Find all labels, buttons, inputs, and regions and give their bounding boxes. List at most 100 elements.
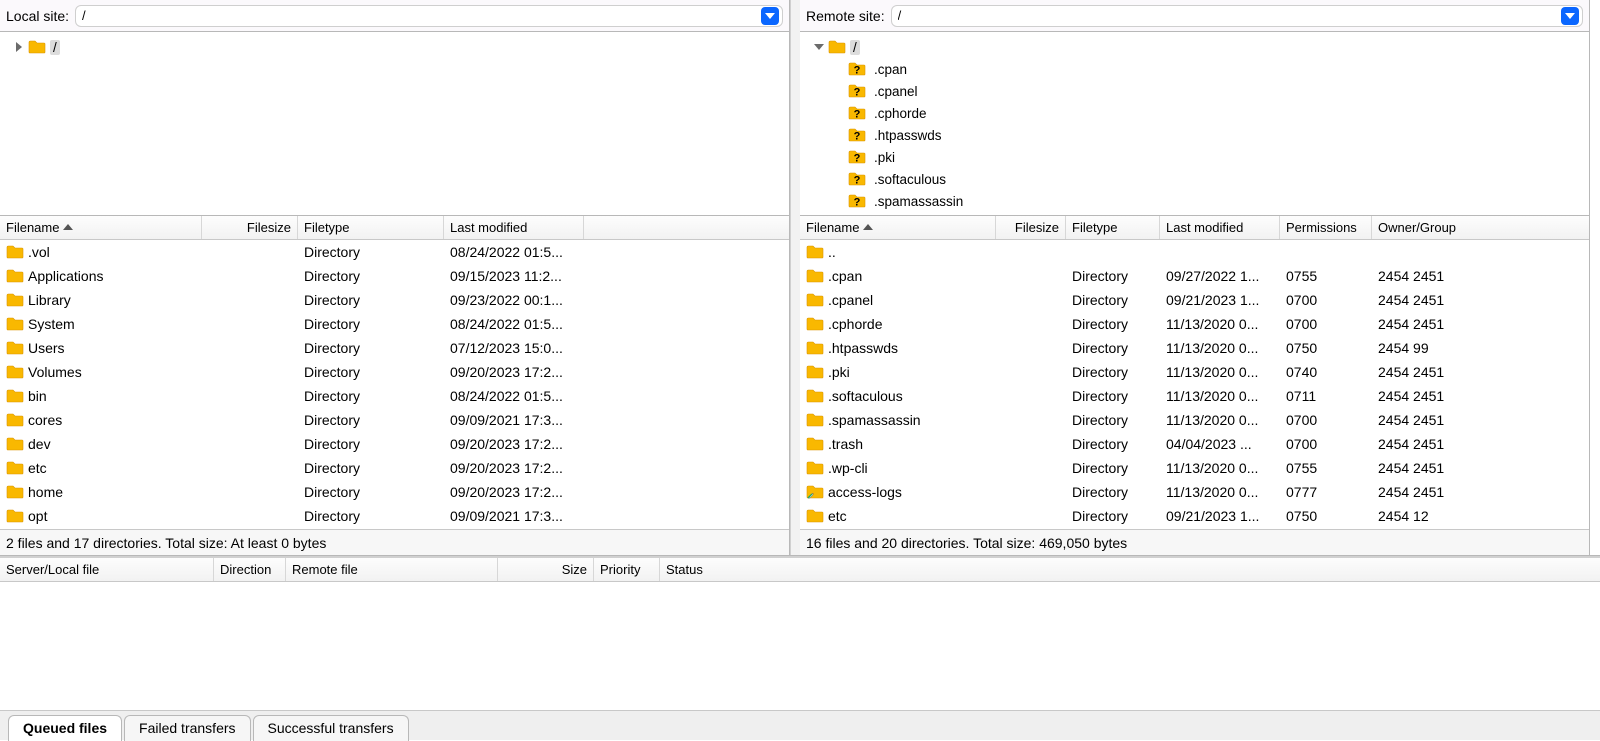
list-item[interactable]: .pkiDirectory11/13/2020 0...07402454 245… — [800, 360, 1589, 384]
file-owner: 2454 12 — [1372, 508, 1482, 524]
tree-item[interactable]: .htpasswds — [800, 124, 1589, 146]
remote-tree[interactable]: / .cpan.cpanel .cphorde .htpasswds.pki .sof… — [800, 32, 1589, 216]
col-owner-group[interactable]: Owner/Group — [1372, 216, 1482, 239]
file-name: access-logs — [828, 484, 902, 500]
file-name: .trash — [828, 436, 863, 452]
col-filename[interactable]: Filename — [0, 216, 202, 239]
folder-icon — [6, 388, 24, 404]
list-item[interactable]: .cpanelDirectory09/21/2023 1...07002454 … — [800, 288, 1589, 312]
folder-icon — [828, 39, 846, 55]
col-last-modified[interactable]: Last modified — [1160, 216, 1280, 239]
file-owner: 2454 2451 — [1372, 292, 1482, 308]
file-type: Directory — [298, 292, 444, 308]
col-direction[interactable]: Direction — [214, 558, 286, 581]
col-filetype[interactable]: Filetype — [298, 216, 444, 239]
col-status[interactable]: Status — [660, 558, 1600, 581]
local-path-combo[interactable] — [75, 5, 783, 27]
col-filesize[interactable]: Filesize — [202, 216, 298, 239]
folder-unknown-icon — [848, 83, 866, 99]
tree-item-label: .cphorde — [874, 106, 927, 121]
chevron-right-icon[interactable] — [12, 40, 26, 54]
col-filetype[interactable]: Filetype — [1066, 216, 1160, 239]
tab-failed-transfers[interactable]: Failed transfers — [124, 715, 250, 741]
list-item[interactable]: etcDirectory09/21/2023 1...07502454 12 — [800, 504, 1589, 528]
file-type: Directory — [1066, 340, 1160, 356]
file-modified: 09/20/2023 17:2... — [444, 484, 584, 500]
list-item[interactable]: .cphordeDirectory11/13/2020 0...07002454… — [800, 312, 1589, 336]
list-item[interactable]: .htpasswdsDirectory11/13/2020 0...075024… — [800, 336, 1589, 360]
folder-icon — [806, 316, 824, 332]
file-type: Directory — [298, 460, 444, 476]
file-type: Directory — [1066, 460, 1160, 476]
folder-icon — [6, 292, 24, 308]
local-path-label: Local site: — [6, 8, 69, 24]
sort-asc-icon — [63, 223, 73, 233]
file-modified: 09/20/2023 17:2... — [444, 364, 584, 380]
file-owner: 2454 2451 — [1372, 484, 1482, 500]
file-permissions: 0740 — [1280, 364, 1372, 380]
list-item[interactable]: homeDirectory09/20/2023 17:2... — [0, 480, 789, 504]
list-item[interactable]: .. — [800, 240, 1589, 264]
list-item[interactable]: .softaculousDirectory11/13/2020 0...0711… — [800, 384, 1589, 408]
list-item[interactable]: .cpanDirectory09/27/2022 1...07552454 24… — [800, 264, 1589, 288]
tab-queued-files[interactable]: Queued files — [8, 715, 122, 741]
col-size[interactable]: Size — [498, 558, 594, 581]
chevron-down-icon[interactable] — [812, 40, 826, 54]
file-modified: 04/04/2023 ... — [1160, 436, 1280, 452]
list-item[interactable]: ApplicationsDirectory09/15/2023 11:2... — [0, 264, 789, 288]
remote-path-combo[interactable] — [891, 5, 1583, 27]
list-item[interactable]: coresDirectory09/09/2021 17:3... — [0, 408, 789, 432]
list-item[interactable]: binDirectory08/24/2022 01:5... — [0, 384, 789, 408]
list-item[interactable]: .wp-cliDirectory11/13/2020 0...07552454 … — [800, 456, 1589, 480]
list-item[interactable]: .trashDirectory04/04/2023 ...07002454 24… — [800, 432, 1589, 456]
list-item[interactable]: optDirectory09/09/2021 17:3... — [0, 504, 789, 528]
tree-item[interactable]: .cpanel — [800, 80, 1589, 102]
queue-body[interactable] — [0, 582, 1600, 710]
list-item[interactable]: .spamassassinDirectory11/13/2020 0...070… — [800, 408, 1589, 432]
col-remote-file[interactable]: Remote file — [286, 558, 498, 581]
remote-tree-root[interactable]: / — [800, 36, 1589, 58]
folder-icon — [6, 244, 24, 260]
file-modified: 07/12/2023 15:0... — [444, 340, 584, 356]
remote-file-list: Filename Filesize Filetype Last modified… — [800, 216, 1589, 529]
local-list-body[interactable]: .volDirectory08/24/2022 01:5...Applicati… — [0, 240, 789, 529]
col-filesize[interactable]: Filesize — [996, 216, 1066, 239]
col-permissions[interactable]: Permissions — [1280, 216, 1372, 239]
local-path-input[interactable] — [82, 8, 761, 23]
list-item[interactable]: devDirectory09/20/2023 17:2... — [0, 432, 789, 456]
col-filename[interactable]: Filename — [800, 216, 996, 239]
list-item[interactable]: access-logsDirectory11/13/2020 0...07772… — [800, 480, 1589, 504]
file-name: System — [28, 316, 75, 332]
file-type: Directory — [1066, 292, 1160, 308]
folder-icon — [806, 412, 824, 428]
transfer-queue: Server/Local file Direction Remote file … — [0, 556, 1600, 710]
remote-list-body[interactable]: ...cpanDirectory09/27/2022 1...07552454 … — [800, 240, 1589, 529]
local-tree[interactable]: / — [0, 32, 789, 216]
local-tree-root-label: / — [50, 40, 60, 55]
pane-splitter[interactable] — [790, 0, 800, 555]
list-item[interactable]: etcDirectory09/20/2023 17:2... — [0, 456, 789, 480]
tree-item[interactable]: .cpan — [800, 58, 1589, 80]
tab-successful-transfers[interactable]: Successful transfers — [253, 715, 409, 741]
list-item[interactable]: LibraryDirectory09/23/2022 00:1... — [0, 288, 789, 312]
col-server-local-file[interactable]: Server/Local file — [0, 558, 214, 581]
remote-status: 16 files and 20 directories. Total size:… — [800, 529, 1589, 555]
tree-item[interactable]: .spamassassin — [800, 190, 1589, 212]
local-tree-root[interactable]: / — [0, 36, 789, 58]
file-name: Users — [28, 340, 65, 356]
tree-item[interactable]: .cphorde — [800, 102, 1589, 124]
col-last-modified[interactable]: Last modified — [444, 216, 584, 239]
dropdown-icon[interactable] — [761, 7, 779, 25]
list-item[interactable]: VolumesDirectory09/20/2023 17:2... — [0, 360, 789, 384]
tree-item-label: .softaculous — [874, 172, 946, 187]
list-item[interactable]: SystemDirectory08/24/2022 01:5... — [0, 312, 789, 336]
dropdown-icon[interactable] — [1561, 7, 1579, 25]
remote-path-row: Remote site: — [800, 0, 1589, 32]
tree-item[interactable]: .softaculous — [800, 168, 1589, 190]
file-name: .cphorde — [828, 316, 882, 332]
list-item[interactable]: .volDirectory08/24/2022 01:5... — [0, 240, 789, 264]
tree-item[interactable]: .pki — [800, 146, 1589, 168]
remote-path-input[interactable] — [898, 8, 1561, 23]
col-priority[interactable]: Priority — [594, 558, 660, 581]
list-item[interactable]: UsersDirectory07/12/2023 15:0... — [0, 336, 789, 360]
